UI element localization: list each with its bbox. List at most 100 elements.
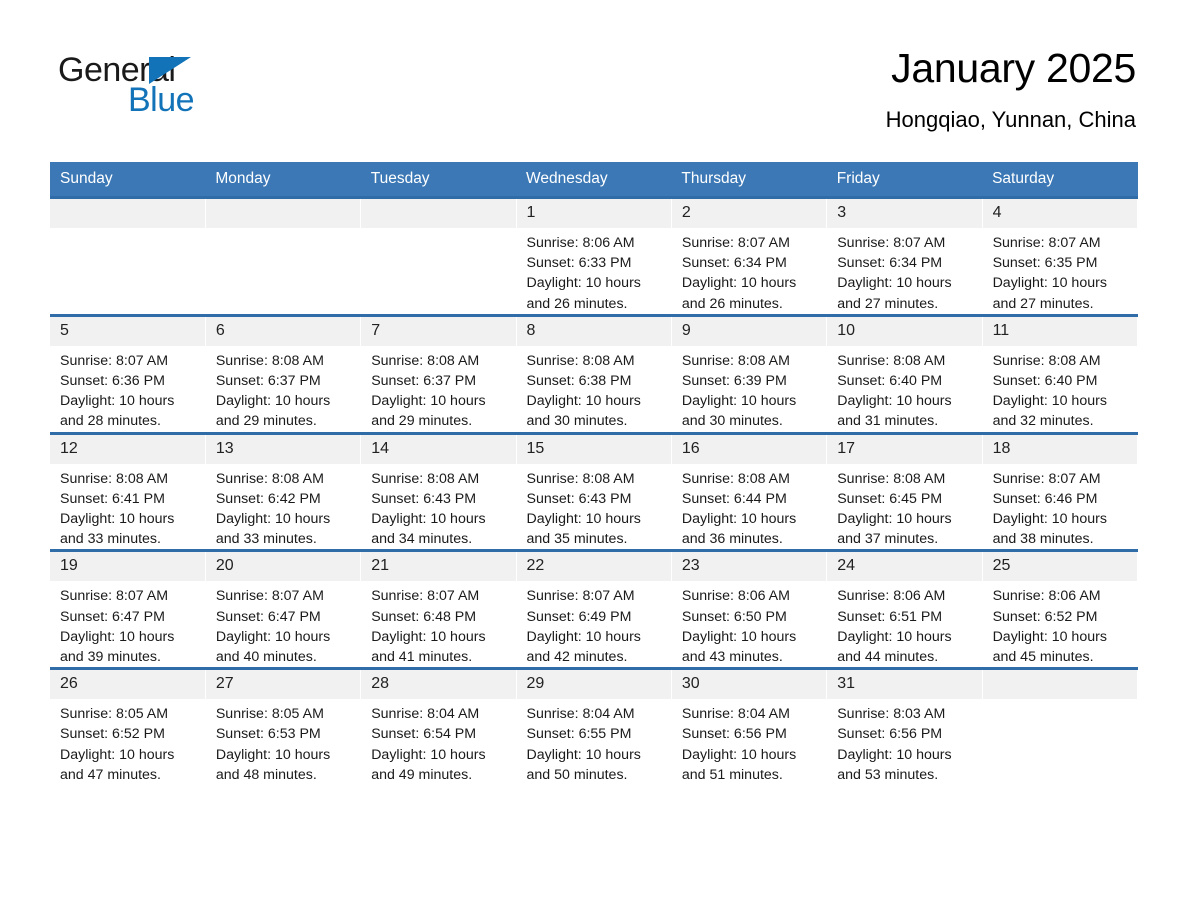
day-details: Sunrise: 8:06 AM Sunset: 6:50 PM Daylight:… — [672, 581, 826, 667]
day-details: Sunrise: 8:07 AM Sunset: 6:47 PM Daylight:… — [50, 581, 205, 667]
sunrise-text: Sunrise: 8:07 AM — [837, 235, 946, 251]
general-blue-logo[interactable]: General Blue — [50, 45, 240, 119]
calendar-day-cell[interactable]: 1 Sunrise: 8:06 AM Sunset: 6:33 PM Daylight… — [516, 196, 672, 316]
calendar-week-row: 5 Sunrise: 8:07 AM Sunset: 6:36 PM Daylight… — [50, 313, 1139, 434]
day-number: 17 — [827, 434, 982, 464]
daylight-text: Daylight: 10 hours — [992, 275, 1107, 292]
calendar-empty-cell — [50, 196, 206, 316]
day-details: Sunrise: 8:07 AM Sunset: 6:49 PM Daylight:… — [517, 581, 671, 667]
calendar-day-cell[interactable]: 2 Sunrise: 8:07 AM Sunset: 6:34 PM Daylight… — [671, 196, 828, 316]
daylight-text: Daylight: 10 hours — [837, 393, 952, 410]
day-number: 9 — [671, 316, 827, 346]
sunset-text: Sunset: 6:52 PM — [992, 608, 1098, 625]
daylight-text: Daylight: 10 hours — [837, 511, 952, 528]
daylight-text: Daylight: 10 hours — [371, 511, 486, 528]
daylight-text: and 36 minutes. — [681, 531, 783, 548]
sunrise-text: Sunrise: 8:08 AM — [215, 470, 324, 487]
daylight-text: and 53 minutes. — [837, 766, 939, 783]
sunset-text: Sunset: 6:56 PM — [681, 726, 787, 743]
calendar-day-cell[interactable]: 6 Sunrise: 8:08 AM Sunset: 6:37 PM Daylight… — [205, 313, 362, 434]
daylight-text: Daylight: 10 hours — [992, 628, 1107, 645]
day-details: Sunrise: 8:07 AM Sunset: 6:48 PM Daylight:… — [361, 581, 515, 667]
daylight-text: Daylight: 10 hours — [992, 393, 1107, 410]
calendar-day-cell[interactable]: 21 Sunrise: 8:07 AM Sunset: 6:48 PM Dayligh… — [360, 549, 517, 669]
calendar-day-cell[interactable]: 5 Sunrise: 8:07 AM Sunset: 6:36 PM Daylight… — [50, 313, 206, 434]
calendar-day-cell[interactable]: 20 Sunrise: 8:07 AM Sunset: 6:47 PM Dayligh… — [205, 549, 362, 669]
page-title: January 2025 — [891, 45, 1136, 91]
daylight-text: and 35 minutes. — [526, 531, 628, 548]
daylight-text: and 44 minutes. — [837, 649, 939, 666]
sunrise-text: Sunrise: 8:07 AM — [992, 470, 1101, 487]
calendar-day-cell[interactable]: 29 Sunrise: 8:04 AM Sunset: 6:55 PM Dayligh… — [516, 667, 672, 786]
sunrise-text: Sunrise: 8:03 AM — [837, 706, 946, 723]
day-details: Sunrise: 8:07 AM Sunset: 6:34 PM Daylight:… — [827, 228, 981, 314]
calendar-day-cell[interactable]: 27 Sunrise: 8:05 AM Sunset: 6:53 PM Dayligh… — [205, 667, 362, 786]
day-number: 1 — [516, 199, 671, 228]
daylight-text: Daylight: 10 hours — [992, 511, 1107, 528]
calendar-day-cell[interactable]: 19 Sunrise: 8:07 AM Sunset: 6:47 PM Dayligh… — [50, 549, 206, 669]
day-number — [205, 199, 361, 228]
daylight-text: and 34 minutes. — [371, 531, 473, 548]
daylight-text: Daylight: 10 hours — [60, 393, 175, 410]
calendar-empty-cell — [982, 667, 1139, 786]
day-details: Sunrise: 8:06 AM Sunset: 6:52 PM Daylight:… — [983, 581, 1137, 667]
sunrise-text: Sunrise: 8:08 AM — [681, 352, 790, 369]
calendar-day-cell[interactable]: 10 Sunrise: 8:08 AM Sunset: 6:40 PM Dayligh… — [826, 313, 983, 434]
calendar-day-cell[interactable]: 17 Sunrise: 8:08 AM Sunset: 6:45 PM Dayligh… — [826, 431, 983, 551]
calendar-day-cell[interactable]: 14 Sunrise: 8:08 AM Sunset: 6:43 PM Dayligh… — [360, 431, 517, 551]
calendar-day-cell[interactable]: 15 Sunrise: 8:08 AM Sunset: 6:43 PM Dayligh… — [516, 431, 672, 551]
sunrise-text: Sunrise: 8:08 AM — [371, 470, 480, 487]
sunset-text: Sunset: 6:52 PM — [60, 726, 165, 743]
sunrise-text: Sunrise: 8:07 AM — [60, 352, 169, 369]
sunset-text: Sunset: 6:44 PM — [681, 490, 787, 507]
day-details: Sunrise: 8:04 AM Sunset: 6:56 PM Daylight:… — [672, 699, 826, 785]
daylight-text: and 27 minutes. — [992, 295, 1094, 312]
sunrise-text: Sunrise: 8:05 AM — [60, 706, 169, 723]
calendar-week-row: 1 Sunrise: 8:06 AM Sunset: 6:33 PM Daylight… — [50, 196, 1139, 316]
sunrise-text: Sunrise: 8:04 AM — [526, 706, 635, 723]
calendar-day-cell[interactable]: 3 Sunrise: 8:07 AM Sunset: 6:34 PM Daylight… — [826, 196, 983, 316]
sunset-text: Sunset: 6:42 PM — [215, 490, 321, 507]
daylight-text: Daylight: 10 hours — [681, 628, 797, 645]
sunrise-text: Sunrise: 8:06 AM — [837, 588, 946, 605]
sunset-text: Sunset: 6:40 PM — [837, 373, 943, 390]
daylight-text: and 39 minutes. — [60, 649, 161, 666]
day-details: Sunrise: 8:08 AM Sunset: 6:44 PM Daylight:… — [672, 464, 826, 550]
daylight-text: and 26 minutes. — [681, 295, 783, 312]
calendar-day-cell[interactable]: 7 Sunrise: 8:08 AM Sunset: 6:37 PM Daylight… — [360, 313, 517, 434]
calendar-day-cell[interactable]: 9 Sunrise: 8:08 AM Sunset: 6:39 PM Daylight… — [671, 313, 828, 434]
day-number: 12 — [50, 434, 205, 464]
calendar-day-cell[interactable]: 13 Sunrise: 8:08 AM Sunset: 6:42 PM Dayligh… — [205, 431, 362, 551]
calendar-day-cell[interactable]: 8 Sunrise: 8:08 AM Sunset: 6:38 PM Daylight… — [516, 313, 672, 434]
calendar-day-cell[interactable]: 23 Sunrise: 8:06 AM Sunset: 6:50 PM Dayligh… — [671, 549, 828, 669]
calendar-day-cell[interactable]: 30 Sunrise: 8:04 AM Sunset: 6:56 PM Dayligh… — [671, 667, 828, 786]
day-details: Sunrise: 8:08 AM Sunset: 6:40 PM Daylight:… — [983, 346, 1137, 432]
calendar-day-cell[interactable]: 22 Sunrise: 8:07 AM Sunset: 6:49 PM Dayligh… — [516, 549, 672, 669]
day-number: 16 — [671, 434, 827, 464]
calendar-day-cell[interactable]: 25 Sunrise: 8:06 AM Sunset: 6:52 PM Dayligh… — [982, 549, 1139, 669]
day-number — [982, 670, 1137, 700]
sunset-text: Sunset: 6:41 PM — [60, 490, 165, 507]
page-subtitle: Hongqiao, Yunnan, China — [885, 107, 1136, 132]
day-number: 24 — [827, 552, 982, 582]
day-details: Sunrise: 8:08 AM Sunset: 6:37 PM Daylight:… — [361, 346, 515, 432]
calendar-day-cell[interactable]: 28 Sunrise: 8:04 AM Sunset: 6:54 PM Dayligh… — [360, 667, 517, 786]
calendar-header-row: Sunday Monday Tuesday Wednesday Thursday… — [50, 162, 1138, 198]
calendar-week-row: 12 Sunrise: 8:08 AM Sunset: 6:41 PM Dayligh… — [50, 431, 1139, 551]
daylight-text: and 51 minutes. — [681, 766, 783, 783]
calendar-day-cell[interactable]: 4 Sunrise: 8:07 AM Sunset: 6:35 PM Daylight… — [982, 196, 1139, 316]
calendar-day-cell[interactable]: 24 Sunrise: 8:06 AM Sunset: 6:51 PM Dayligh… — [826, 549, 983, 669]
calendar-day-cell[interactable]: 16 Sunrise: 8:08 AM Sunset: 6:44 PM Dayligh… — [671, 431, 828, 551]
calendar-day-cell[interactable]: 26 Sunrise: 8:05 AM Sunset: 6:52 PM Dayligh… — [50, 667, 206, 786]
calendar-day-cell[interactable]: 11 Sunrise: 8:08 AM Sunset: 6:40 PM Dayligh… — [982, 313, 1139, 434]
calendar-day-cell[interactable]: 31 Sunrise: 8:03 AM Sunset: 6:56 PM Dayligh… — [826, 667, 983, 786]
daylight-text: and 50 minutes. — [526, 766, 628, 783]
day-details: Sunrise: 8:08 AM Sunset: 6:38 PM Daylight:… — [517, 346, 671, 432]
daylight-text: Daylight: 10 hours — [371, 628, 486, 645]
daylight-text: and 28 minutes. — [60, 413, 161, 430]
calendar-day-cell[interactable]: 12 Sunrise: 8:08 AM Sunset: 6:41 PM Dayligh… — [50, 431, 206, 551]
calendar-day-cell[interactable]: 18 Sunrise: 8:07 AM Sunset: 6:46 PM Dayligh… — [982, 431, 1139, 551]
day-details: Sunrise: 8:07 AM Sunset: 6:34 PM Daylight:… — [672, 228, 826, 314]
day-number: 6 — [205, 316, 361, 346]
sunrise-text: Sunrise: 8:07 AM — [526, 588, 635, 605]
